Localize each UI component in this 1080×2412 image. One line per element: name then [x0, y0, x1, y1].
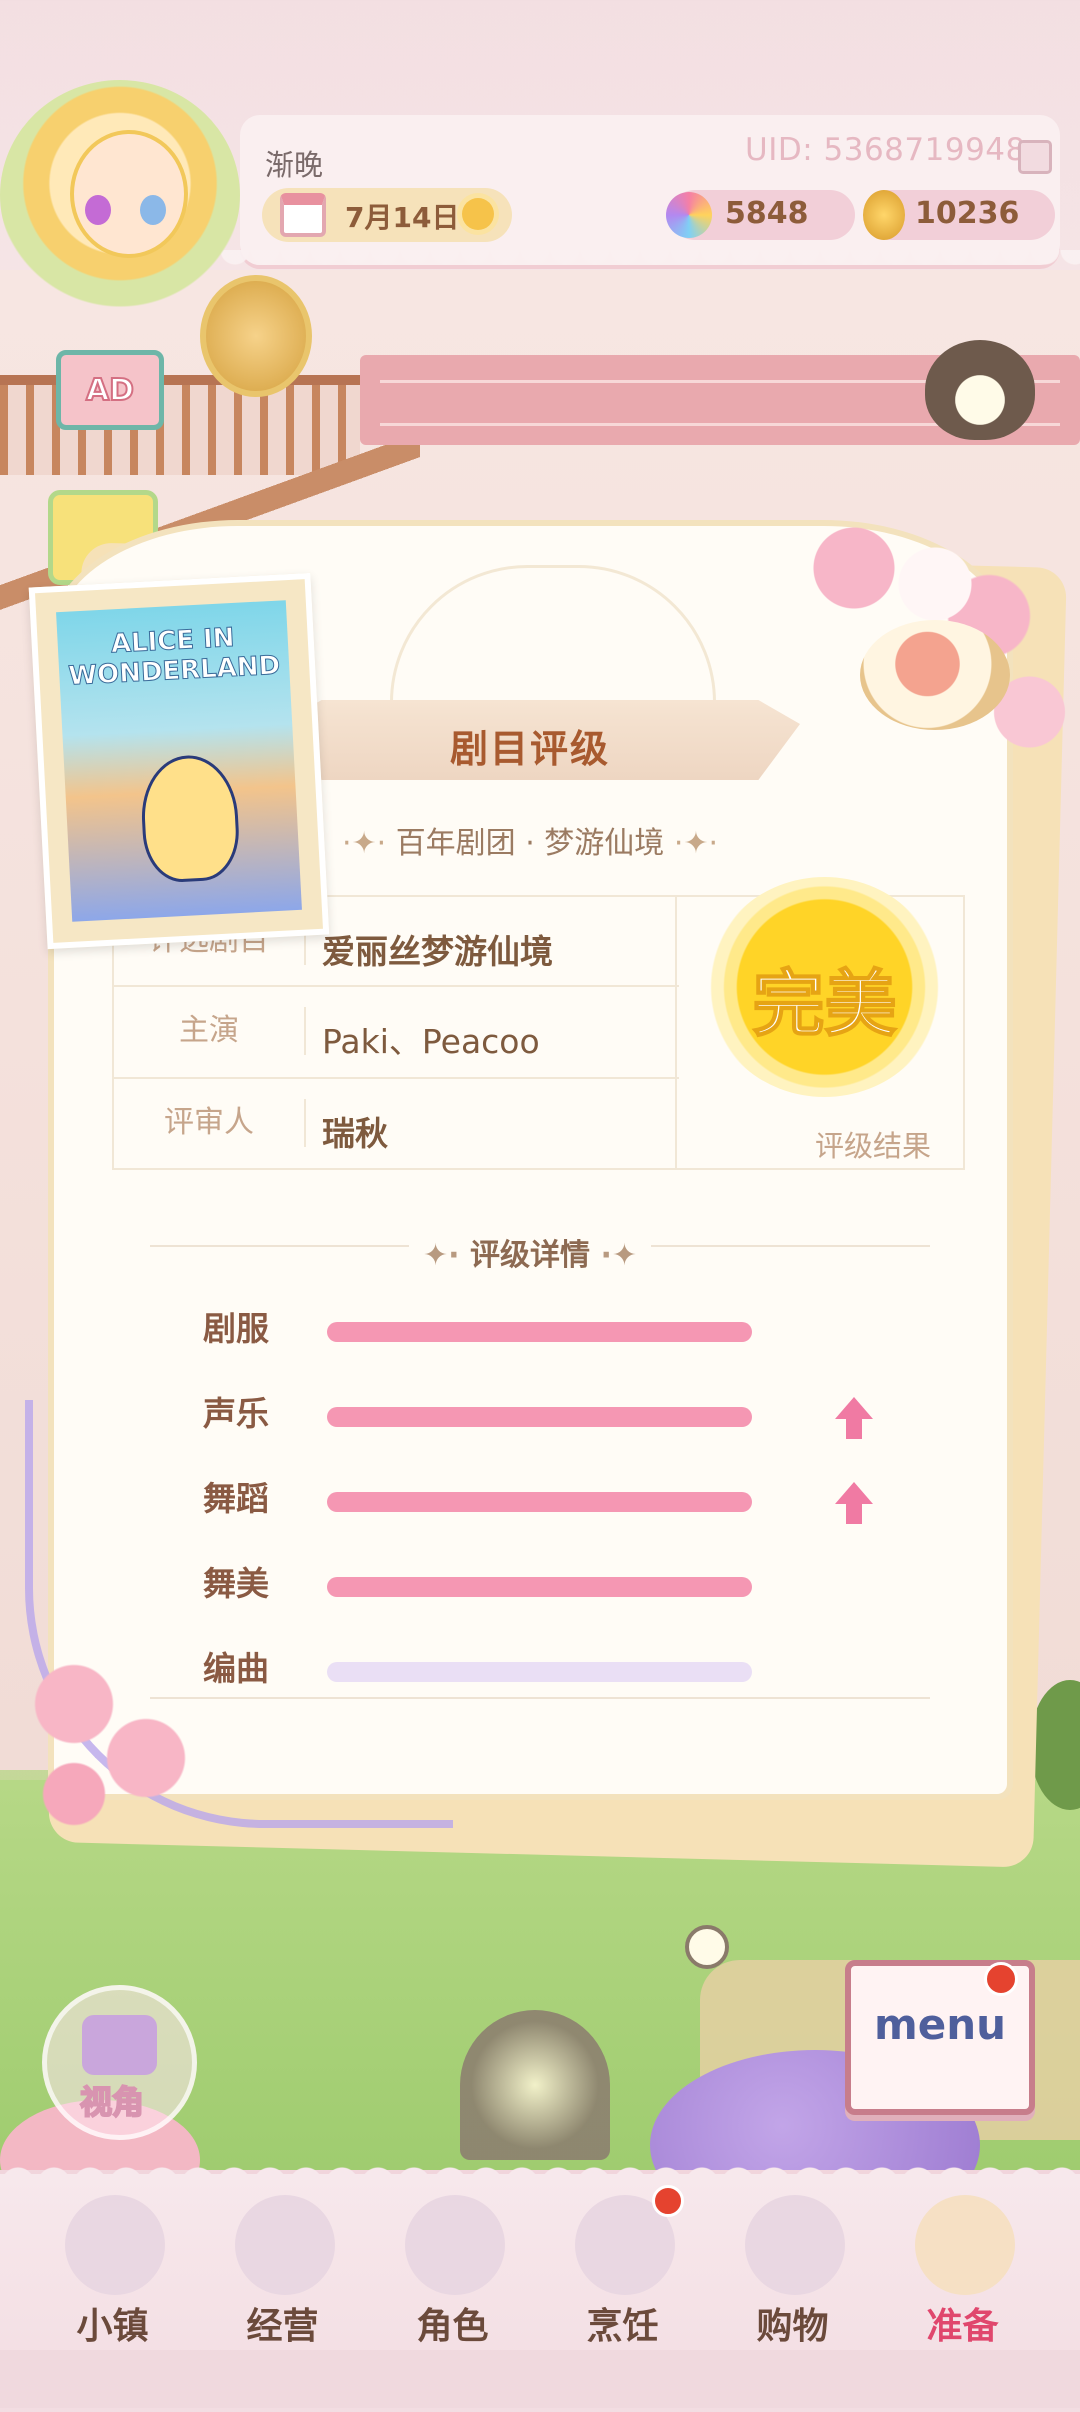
character-portrait	[200, 275, 312, 397]
nav-label: 购物	[756, 2306, 829, 2347]
subtitle-text: 百年剧团 · 梦游仙境	[395, 826, 665, 861]
coin-icon	[863, 190, 905, 240]
uid-text: UID: 5368719948	[745, 132, 1026, 168]
info-value: Paki、Peacoo	[322, 1022, 540, 1061]
details-title-row: ✦· 评级详情 ·✦	[0, 1230, 1060, 1274]
info-row: 评审人 瑞秋	[114, 1079, 679, 1169]
coin-value: 10236	[915, 196, 1020, 231]
nav-item-0[interactable]: 小镇	[30, 2185, 195, 2375]
nav-scallop	[0, 2160, 1080, 2184]
gem-value: 5848	[725, 196, 809, 231]
info-row: 主演 Paki、Peacoo	[114, 987, 679, 1079]
nav-item-1[interactable]: 经营	[200, 2185, 365, 2375]
camera-label: 视角	[79, 2082, 145, 2122]
details-title: 评级详情	[470, 1238, 590, 1273]
gem-icon	[666, 192, 712, 238]
home-bar	[0, 2350, 1080, 2408]
play-poster-card: ALICE IN WONDERLAND	[28, 572, 330, 950]
poster-title: ALICE IN WONDERLAND	[67, 622, 281, 692]
garden-lamp	[685, 1925, 729, 1969]
teacup-decoration	[860, 620, 1010, 730]
nav-label: 烹饪	[586, 2306, 659, 2347]
stat-label: 剧服	[203, 1309, 269, 1348]
avatar-eye-left	[85, 195, 111, 225]
nav-item-2[interactable]: 角色	[370, 2185, 535, 2375]
arrow-up-icon	[835, 1397, 873, 1439]
medal-text: 完美	[751, 961, 897, 1047]
nav-item-5[interactable]: 准备	[880, 2185, 1045, 2375]
nav-item-4[interactable]: 购物	[710, 2185, 875, 2375]
nav-icon	[65, 2195, 165, 2295]
rose-decoration-left	[20, 1650, 200, 1830]
alice-figure	[138, 753, 242, 884]
nav-label: 经营	[246, 2306, 319, 2347]
nav-item-3[interactable]: 烹饪	[540, 2185, 705, 2375]
menu-label: menu	[873, 2000, 1007, 2049]
nav-icon	[915, 2195, 1015, 2295]
info-label: 主演	[114, 1007, 306, 1055]
nav-icon	[745, 2195, 845, 2295]
avatar-face	[70, 130, 188, 258]
notification-dot	[984, 1962, 1018, 1996]
nav-icon	[405, 2195, 505, 2295]
sun-icon	[462, 198, 494, 230]
calendar-icon	[280, 193, 326, 237]
notification-dot	[652, 2185, 684, 2217]
info-value: 瑞秋	[322, 1114, 388, 1153]
info-value: 爱丽丝梦游仙境	[322, 932, 553, 971]
camera-icon	[82, 2015, 157, 2075]
poster-art: ALICE IN WONDERLAND	[56, 600, 302, 922]
stat-bar	[327, 1322, 752, 1342]
cat-chat-icon[interactable]	[925, 340, 1035, 440]
info-label: 评审人	[114, 1099, 306, 1147]
header-scallop	[220, 250, 1080, 280]
player-name: 渐晚	[265, 148, 324, 182]
nav-label: 准备	[926, 2306, 999, 2347]
arrow-up-icon	[835, 1482, 873, 1524]
street-lantern	[460, 2010, 610, 2160]
result-label: 评级结果	[815, 1129, 932, 1163]
nav-label: 角色	[416, 2306, 489, 2347]
ad-button[interactable]: AD	[56, 350, 164, 430]
date-text: 7月14日	[345, 201, 460, 234]
nav-icon	[235, 2195, 335, 2295]
nav-label: 小镇	[76, 2306, 149, 2347]
avatar-eye-right	[140, 195, 166, 225]
copy-icon[interactable]	[1018, 140, 1052, 174]
